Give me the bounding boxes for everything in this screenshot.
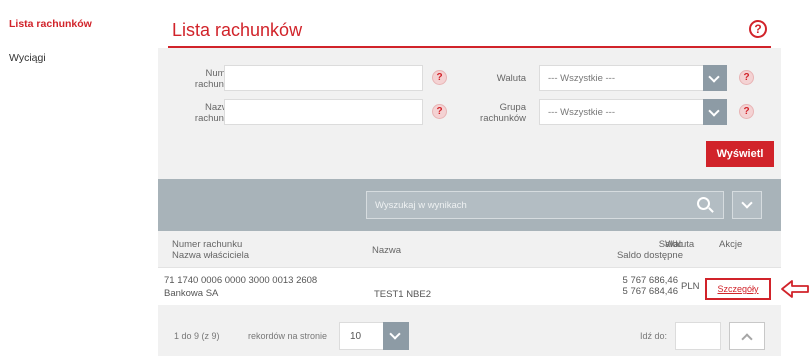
cell-balance: 5 767 686,46 [622, 275, 678, 286]
cell-currency: PLN [681, 281, 700, 292]
account-number-input[interactable] [224, 65, 423, 91]
column-account-number: Numer rachunku [172, 239, 243, 250]
per-page-value: 10 [350, 331, 362, 342]
group-select[interactable]: --- Wszystkie --- [539, 99, 727, 125]
sidebar-item-account-list[interactable]: Lista rachunków [9, 18, 92, 30]
currency-select-value: --- Wszystkie --- [548, 73, 616, 84]
currency-select[interactable]: --- Wszystkie --- [539, 65, 727, 91]
chevron-down-icon[interactable] [703, 99, 727, 125]
per-page-select[interactable]: 10 [339, 322, 409, 350]
goto-label: Idź do: [640, 331, 668, 341]
pagination-bar: 1 do 9 (z 9) rekordów na stronie 10 Idź … [158, 317, 781, 356]
page-title: Lista rachunków [172, 20, 303, 40]
help-icon[interactable]: ? [749, 20, 767, 38]
chevron-down-icon [741, 197, 753, 209]
details-link[interactable]: Szczegóły [705, 278, 771, 300]
show-button[interactable]: Wyświetl [706, 141, 774, 167]
search-icon[interactable] [697, 197, 714, 213]
group-select-value: --- Wszystkie --- [548, 107, 616, 118]
column-actions: Akcje [719, 239, 743, 250]
goto-page-input[interactable] [675, 322, 721, 350]
column-currency: Waluta [665, 239, 695, 250]
cell-name: TEST1 NBE2 [374, 289, 432, 300]
sidebar-item-statements[interactable]: Wyciągi [9, 52, 46, 64]
column-owner: Nazwa właściciela [172, 250, 250, 261]
page-header: Lista rachunków ? [158, 8, 781, 48]
account-name-input[interactable] [224, 99, 423, 125]
search-input[interactable]: Wyszukaj w wynikach [366, 191, 724, 219]
main-panel: Lista rachunków ? Numer rachunku ? Waluta… [158, 8, 781, 356]
help-icon[interactable]: ? [432, 70, 447, 85]
currency-label: Waluta [496, 73, 526, 84]
chevron-up-icon [741, 333, 753, 345]
group-label: Grupa rachunków [480, 102, 526, 124]
table-header: Numer rachunku Nazwa właściciela Nazwa S… [158, 231, 781, 267]
search-placeholder: Wyszukaj w wynikach [375, 200, 467, 211]
column-available: Saldo dostępne [616, 250, 683, 261]
sidebar: Lista rachunków Wyciągi [0, 0, 150, 360]
cell-available: 5 767 684,46 [622, 286, 678, 297]
help-icon[interactable]: ? [432, 104, 447, 119]
per-page-label: rekordów na stronie [248, 331, 328, 341]
expand-filters-button[interactable] [732, 191, 762, 219]
help-icon[interactable]: ? [739, 70, 754, 85]
scroll-top-button[interactable] [729, 322, 765, 350]
header-divider [168, 46, 771, 48]
chevron-down-icon[interactable] [703, 65, 727, 91]
chevron-down-icon[interactable] [383, 322, 409, 350]
results-toolbar: Wyszukaj w wynikach [158, 179, 781, 231]
cell-owner: Bankowa SA [164, 288, 219, 299]
pagination-range: 1 do 9 (z 9) [174, 331, 220, 341]
table-row: 71 1740 0006 0000 3000 0013 2608 Bankowa… [158, 267, 781, 305]
arrow-left-icon [781, 280, 809, 298]
help-icon[interactable]: ? [739, 104, 754, 119]
cell-account-number: 71 1740 0006 0000 3000 0013 2608 [164, 275, 318, 286]
column-name: Nazwa [372, 245, 402, 256]
